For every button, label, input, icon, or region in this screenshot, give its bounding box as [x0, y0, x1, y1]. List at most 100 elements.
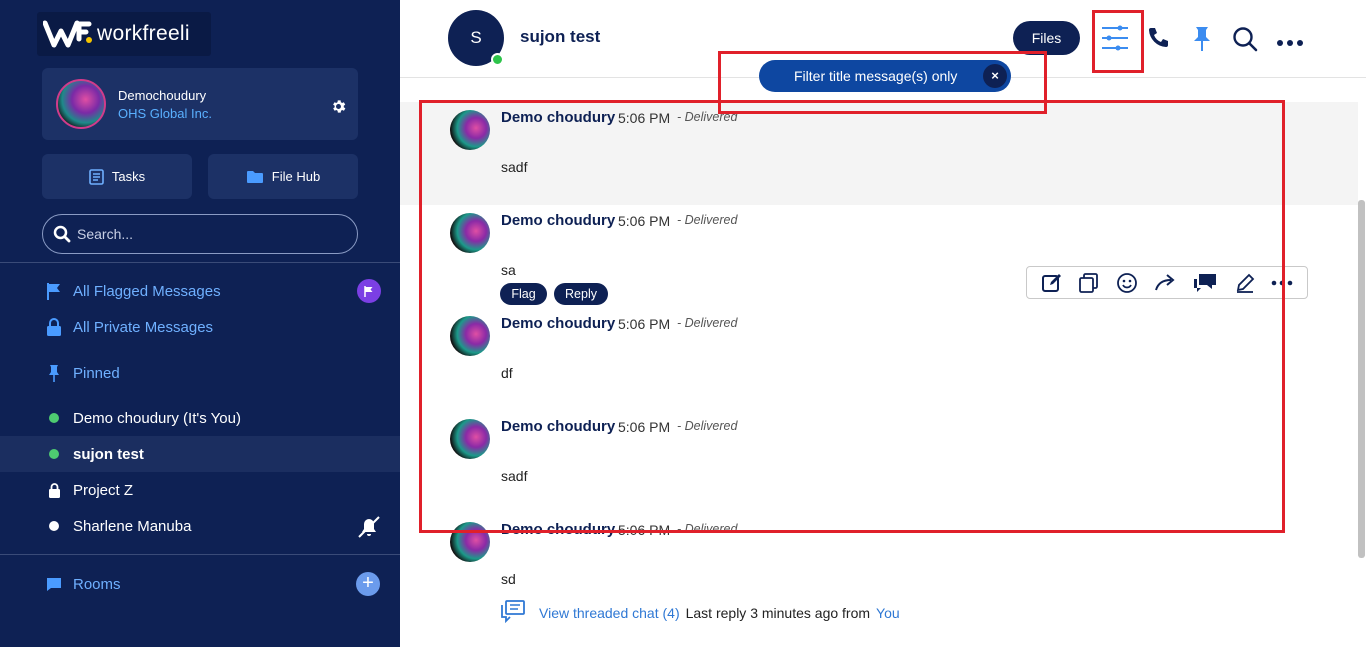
- app-logo[interactable]: workfreeli: [37, 12, 211, 56]
- nav-flagged-label: All Flagged Messages: [73, 282, 221, 300]
- message-item[interactable]: Demo choudury 5:06 PM - Delivered sadf: [400, 102, 1358, 205]
- thread-icon[interactable]: [1192, 272, 1218, 294]
- thread-reply-author[interactable]: You: [876, 605, 900, 621]
- message-sender[interactable]: Demo choudury: [501, 315, 615, 332]
- message-sender[interactable]: Demo choudury: [501, 212, 615, 229]
- phone-icon[interactable]: [1146, 26, 1170, 55]
- contact-item-active[interactable]: sujon test: [0, 436, 400, 472]
- nav-rooms-label: Rooms: [73, 575, 121, 593]
- contact-label: sujon test: [73, 445, 144, 463]
- gear-icon[interactable]: [330, 98, 346, 114]
- profile-card[interactable]: Demochoudury OHS Global Inc.: [42, 68, 358, 140]
- message-sender[interactable]: Demo choudury: [501, 418, 615, 435]
- message-item[interactable]: Demo choudury 5:06 PM - Delivered df: [400, 308, 1358, 411]
- edit-icon[interactable]: [1041, 272, 1063, 294]
- flag-icon: [364, 285, 373, 297]
- scrollbar[interactable]: [1358, 200, 1365, 558]
- close-icon[interactable]: ×: [983, 64, 1007, 88]
- flagged-badge: [357, 279, 381, 303]
- emoji-icon[interactable]: [1116, 272, 1138, 294]
- message-time: 5:06 PM: [618, 213, 671, 229]
- flag-icon: [45, 282, 63, 300]
- nav-pinned[interactable]: Pinned: [0, 355, 400, 391]
- message-sender[interactable]: Demo choudury: [501, 521, 615, 538]
- filehub-button[interactable]: File Hub: [208, 154, 358, 199]
- lock-icon: [45, 482, 63, 498]
- message-text: sd: [501, 571, 516, 587]
- message-status: - Delivered: [677, 213, 738, 227]
- online-status-icon: [49, 413, 59, 423]
- filter-icon[interactable]: [1100, 24, 1130, 57]
- contact-label: Project Z: [73, 481, 134, 499]
- forward-icon[interactable]: [1153, 272, 1177, 294]
- online-status-icon: [491, 53, 504, 66]
- sidebar-search[interactable]: [42, 214, 358, 254]
- message-status: - Delivered: [677, 419, 738, 433]
- files-button[interactable]: Files: [1013, 21, 1080, 55]
- profile-name: Demochoudury: [118, 88, 207, 103]
- app: workfreeli Demochoudury OHS Global Inc. …: [0, 0, 1366, 647]
- flag-button[interactable]: Flag: [500, 283, 547, 305]
- thread-summary: View threaded chat (4) Last reply 3 minu…: [500, 599, 900, 626]
- chat-bubble-icon: [45, 577, 63, 592]
- filter-chip[interactable]: Filter title message(s) only ×: [759, 60, 1011, 92]
- nav-flagged[interactable]: All Flagged Messages: [0, 273, 400, 309]
- lock-icon: [45, 318, 63, 336]
- divider: [0, 262, 400, 263]
- contact-item[interactable]: Demo choudury (It's You): [0, 400, 400, 436]
- reply-button[interactable]: Reply: [554, 283, 608, 305]
- avatar: [56, 79, 106, 129]
- message-status: - Delivered: [677, 316, 738, 330]
- contact-label: Sharlene Manuba: [73, 517, 192, 535]
- tasks-label: Tasks: [111, 169, 146, 184]
- message-text: df: [501, 365, 513, 381]
- message-time: 5:06 PM: [618, 110, 671, 126]
- pencil-icon[interactable]: [1234, 272, 1256, 294]
- message-status: - Delivered: [677, 522, 738, 536]
- filehub-label: File Hub: [271, 169, 321, 184]
- nav-rooms[interactable]: Rooms: [0, 566, 400, 602]
- sidebar: workfreeli Demochoudury OHS Global Inc. …: [0, 0, 400, 647]
- chat-title[interactable]: sujon test: [520, 27, 600, 47]
- nav-private-label: All Private Messages: [73, 318, 214, 336]
- profile-org: OHS Global Inc.: [118, 106, 212, 121]
- search-icon: [53, 225, 71, 243]
- online-status-icon: [49, 449, 59, 459]
- divider: [0, 554, 400, 555]
- folder-icon: [246, 170, 263, 183]
- search-icon[interactable]: [1232, 26, 1258, 57]
- workfreeli-logo-icon: [42, 19, 93, 49]
- view-thread-link[interactable]: View threaded chat (4): [539, 605, 680, 621]
- more-icon[interactable]: [1276, 34, 1304, 52]
- message-item[interactable]: Demo choudury 5:06 PM - Delivered sadf: [400, 411, 1358, 514]
- message-time: 5:06 PM: [618, 419, 671, 435]
- message-actions-toolbar: [1026, 266, 1308, 299]
- nav-private[interactable]: All Private Messages: [0, 309, 400, 345]
- message-sender[interactable]: Demo choudury: [501, 109, 615, 126]
- pin-icon: [45, 364, 63, 382]
- message-text: sa: [501, 262, 516, 278]
- avatar: [450, 213, 490, 253]
- contact-label: Demo choudury (It's You): [73, 409, 241, 427]
- search-input[interactable]: [77, 226, 337, 242]
- more-icon[interactable]: [1271, 280, 1293, 286]
- nav-pinned-label: Pinned: [73, 364, 120, 382]
- message-status: - Delivered: [677, 110, 738, 124]
- copy-icon[interactable]: [1078, 272, 1100, 294]
- message-text: sadf: [501, 159, 528, 175]
- pin-icon[interactable]: [1192, 25, 1212, 56]
- thread-icon: [500, 599, 526, 626]
- filter-chip-label: Filter title message(s) only: [794, 68, 958, 84]
- add-room-button[interactable]: +: [356, 572, 380, 596]
- offline-status-icon: [49, 521, 59, 531]
- contact-item[interactable]: Project Z: [0, 472, 400, 508]
- avatar: [450, 110, 490, 150]
- tasks-button[interactable]: Tasks: [42, 154, 192, 199]
- message-time: 5:06 PM: [618, 522, 671, 538]
- contact-item[interactable]: Sharlene Manuba: [0, 508, 400, 544]
- avatar: [450, 522, 490, 562]
- message-text: sadf: [501, 468, 528, 484]
- notification-muted-icon[interactable]: [356, 514, 382, 545]
- logo-text: workfreeli: [97, 22, 190, 45]
- avatar: [450, 419, 490, 459]
